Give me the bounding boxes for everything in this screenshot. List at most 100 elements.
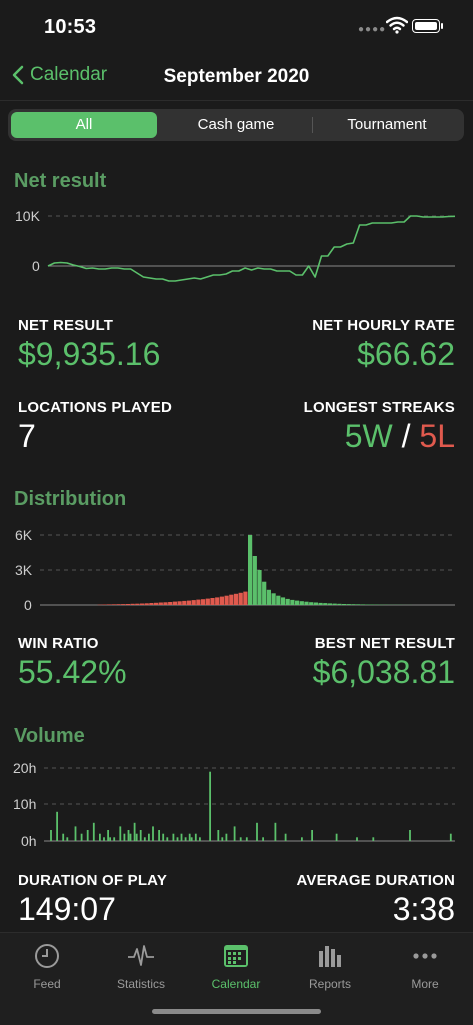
bar-chart-icon <box>317 943 343 969</box>
net-result-value: $9,935.16 <box>18 336 160 373</box>
distribution-win-bar <box>262 582 266 605</box>
net-result-label: NET RESULT <box>18 317 113 334</box>
battery-icon <box>412 19 440 33</box>
volume-bar <box>93 823 95 841</box>
tab-reports[interactable]: Reports <box>283 941 377 991</box>
tab-feed[interactable]: Feed <box>0 941 94 991</box>
home-indicator <box>152 1009 321 1014</box>
longest-streaks-label: LONGEST STREAKS <box>304 399 455 416</box>
loss-streak: 5L <box>419 418 455 454</box>
distribution-win-bar <box>328 603 332 605</box>
volume-bar <box>75 826 77 841</box>
distribution-loss-bar <box>206 599 210 605</box>
y-tick-6k: 6K <box>15 527 33 543</box>
win-streak: 5W <box>345 418 393 454</box>
volume-bar <box>240 837 242 841</box>
volume-bar <box>356 837 358 841</box>
y-tick-10k: 10K <box>15 208 41 224</box>
distribution-win-bar <box>351 604 355 605</box>
win-ratio-label: WIN RATIO <box>18 635 99 652</box>
longest-streaks-value: 5W / 5L <box>345 418 455 455</box>
volume-bar <box>124 834 126 841</box>
volume-bar <box>152 826 154 841</box>
best-net-result-value: $6,038.81 <box>313 654 455 691</box>
distribution-loss-bar <box>107 604 111 605</box>
distribution-loss-bar <box>234 594 238 605</box>
distribution-win-bar <box>267 590 271 605</box>
net-hourly-rate-label: NET HOURLY RATE <box>312 317 455 334</box>
volume-bar <box>336 834 338 841</box>
clock-icon <box>34 943 60 969</box>
win-ratio-value: 55.42% <box>18 654 127 691</box>
volume-chart: 20h 10h 0h <box>0 758 473 848</box>
distribution-loss-bar <box>154 603 158 605</box>
volume-bar <box>144 837 146 841</box>
status-bar: 10:53 ●●●● <box>0 0 473 54</box>
filter-cash-game[interactable]: Cash game <box>160 112 312 138</box>
distribution-loss-bar <box>140 604 144 606</box>
distribution-loss-bar <box>126 604 130 605</box>
distribution-win-bar <box>257 570 261 605</box>
volume-bar <box>56 812 58 841</box>
distribution-loss-bar <box>196 600 200 605</box>
distribution-win-bar <box>314 603 318 606</box>
distribution-loss-bar <box>220 597 224 605</box>
volume-bar <box>262 837 264 841</box>
distribution-win-bar <box>356 604 360 605</box>
filter-all[interactable]: All <box>11 112 157 138</box>
signal-dots-icon: ●●●● <box>358 24 386 35</box>
distribution-loss-bar <box>178 601 182 605</box>
volume-bar <box>199 837 201 841</box>
y-tick-10h: 10h <box>13 796 36 812</box>
distribution-loss-bar <box>239 593 243 605</box>
distribution-win-bar <box>281 597 285 605</box>
volume-bar <box>275 823 277 841</box>
volume-bar <box>166 837 168 841</box>
distribution-loss-bar <box>173 602 177 605</box>
nav-divider <box>0 100 473 101</box>
net-result-series-line <box>48 216 455 281</box>
volume-bar <box>113 837 115 841</box>
tab-calendar-label: Calendar <box>212 977 261 991</box>
tab-calendar[interactable]: Calendar <box>189 941 283 991</box>
pulse-icon <box>127 943 155 969</box>
distribution-loss-bar <box>159 603 163 606</box>
volume-bar <box>246 837 248 841</box>
distribution-win-bar <box>272 593 276 605</box>
net-result-chart: 10K 0 <box>0 200 473 290</box>
filter-tournament[interactable]: Tournament <box>313 112 461 138</box>
volume-bar <box>66 837 68 841</box>
volume-bar <box>217 830 219 841</box>
duration-of-play-value: 149:07 <box>18 891 116 928</box>
calendar-icon <box>223 943 249 969</box>
volume-bar <box>109 837 111 841</box>
volume-bar <box>301 837 303 841</box>
distribution-win-bar <box>361 604 365 605</box>
locations-played-value: 7 <box>18 418 36 455</box>
distribution-loss-bar <box>149 603 153 605</box>
ellipsis-icon <box>411 943 439 969</box>
distribution-win-bar <box>295 601 299 605</box>
distribution-win-bar <box>300 601 304 605</box>
volume-bar <box>136 834 138 841</box>
volume-bar <box>162 834 164 841</box>
distribution-win-bar <box>253 556 257 605</box>
volume-title: Volume <box>14 725 85 748</box>
distribution-chart: 6K 3K 0 <box>0 525 473 615</box>
volume-bar <box>372 837 374 841</box>
tab-feed-label: Feed <box>33 977 60 991</box>
volume-bar <box>119 826 121 841</box>
tab-statistics[interactable]: Statistics <box>94 941 188 991</box>
page-title: September 2020 <box>0 66 473 88</box>
distribution-loss-bar <box>182 601 186 605</box>
volume-bar <box>185 837 187 841</box>
tab-more[interactable]: More <box>378 941 472 991</box>
volume-bar <box>50 830 52 841</box>
distribution-loss-bar <box>229 595 233 605</box>
distribution-loss-bar <box>201 599 205 605</box>
distribution-loss-bar <box>210 598 214 605</box>
duration-of-play-label: DURATION OF PLAY <box>18 872 167 889</box>
tab-statistics-label: Statistics <box>117 977 165 991</box>
tab-more-label: More <box>411 977 438 991</box>
volume-bar <box>285 834 287 841</box>
